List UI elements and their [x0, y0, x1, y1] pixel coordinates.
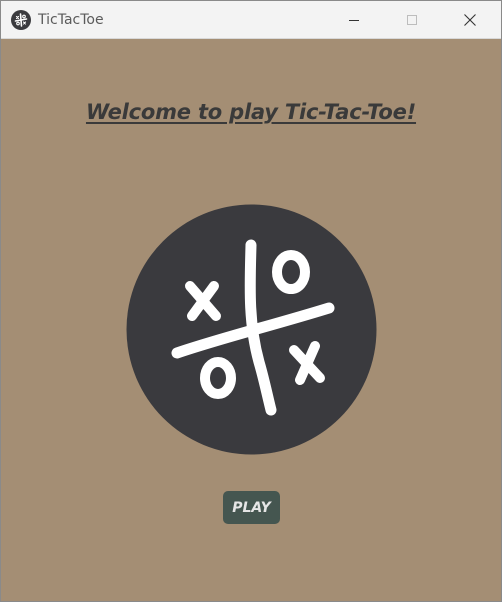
main-content: Welcome to play Tic-Tac-Toe! PLAY — [1, 39, 501, 601]
close-button[interactable] — [441, 1, 499, 38]
play-button[interactable]: PLAY — [223, 491, 280, 524]
minimize-button[interactable] — [325, 1, 383, 38]
welcome-heading: Welcome to play Tic-Tac-Toe! — [85, 100, 417, 124]
maximize-icon — [407, 14, 417, 25]
tictactoe-icon — [11, 10, 31, 30]
maximize-button[interactable] — [383, 1, 441, 38]
app-window: TicTacToe Welcome to play Tic-Tac-Toe! P… — [0, 0, 502, 602]
tictactoe-logo — [126, 204, 377, 455]
title-bar[interactable]: TicTacToe — [1, 1, 501, 39]
close-icon — [464, 13, 476, 26]
minimize-icon — [349, 19, 359, 21]
window-title: TicTacToe — [38, 12, 104, 28]
